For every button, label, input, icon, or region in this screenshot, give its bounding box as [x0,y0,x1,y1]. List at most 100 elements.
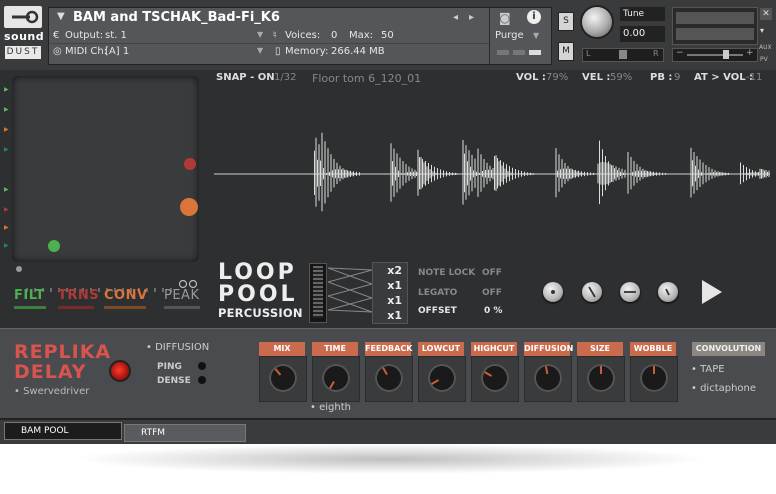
pan-handle[interactable] [619,50,627,59]
mode-backslash-button[interactable] [582,282,602,302]
midi-channel-value[interactable]: [A] 1 [105,46,129,57]
tune-knob[interactable] [582,7,612,37]
volume-plus-icon[interactable]: + [746,48,754,58]
instrument-info-panel: ▼ BAM and TSCHAK_Bad-Fi_K6 ◂ ▸ ◙ i € Out… [48,7,552,65]
mode-tilt-button[interactable] [658,282,678,302]
output-dropdown-icon[interactable]: ▼ [257,30,263,39]
convolution-label[interactable]: CONVOLUTION [692,342,765,356]
tab-peak[interactable]: PEAK [164,288,199,303]
multiplier-4[interactable]: x1 [372,309,402,322]
fx-knob-diffusion[interactable] [531,361,565,395]
ping-radio[interactable] [198,362,206,370]
purge-button[interactable]: Purge [495,30,524,41]
mode-dash-button[interactable] [620,282,640,302]
volume-track [687,54,743,56]
time-sync-value[interactable]: • eighth [310,402,351,413]
offset-value[interactable]: 0 % [484,306,502,316]
conv-dictaphone-option[interactable]: • dictaphone [691,383,756,394]
pattern-routing-lines [328,267,373,313]
fx-preset-name[interactable]: • Swervedriver [14,386,89,397]
multiplier-2[interactable]: x1 [372,279,402,292]
xy-dot-conv[interactable] [180,198,198,216]
multiplier-3[interactable]: x1 [372,294,402,307]
fx-title-line2: DELAY [14,361,87,383]
xy-pad[interactable] [12,76,199,262]
vol-value[interactable]: 79% [546,72,568,83]
fx-knob-wobble[interactable] [640,364,668,392]
voices-label: Voices: [285,30,321,41]
pan-right-label: R [653,49,659,58]
tab-conv[interactable]: CONV [104,288,148,303]
output-icon: € [53,30,60,41]
fx-knob-size[interactable] [587,364,615,392]
fx-mode-diffusion[interactable]: • DIFFUSION [146,342,209,353]
purge-indicator [497,50,509,55]
fx-knob-feedback[interactable] [369,358,409,398]
volume-handle[interactable] [723,50,729,59]
info-icon[interactable]: i [527,10,541,24]
conv-tape-option[interactable]: • TAPE [691,364,725,375]
fx-knob-cell [524,356,572,402]
midi-dropdown-icon[interactable]: ▼ [257,46,263,55]
waveform-trace [314,132,770,212]
tune-value[interactable]: 0.00 [620,26,665,42]
legato-value[interactable]: OFF [482,288,502,298]
slider-grip[interactable] [313,266,323,318]
note-lock-value[interactable]: OFF [482,268,502,278]
multiplier-1[interactable]: x2 [372,264,402,277]
collapse-arrow-icon[interactable]: ▼ [57,11,65,22]
pb-label: PB : [650,72,673,83]
divider [489,8,490,64]
tab-rtfm[interactable]: RTFM [124,424,246,442]
minimize-icon[interactable]: ▾ [760,26,764,35]
max-voices-value[interactable]: 50 [381,30,394,41]
snap-division[interactable]: 1/32 [274,72,296,83]
mute-button[interactable]: M [558,42,574,61]
xy-dot-trns[interactable] [184,158,196,170]
link-icon[interactable] [178,274,198,289]
fx-knob-time[interactable] [316,358,356,398]
pan-slider[interactable]: L R [582,48,664,62]
waveform-display[interactable] [214,104,770,244]
fx-knob-label-wobble: WOBBLE [630,342,676,356]
fx-knob-cell [365,356,413,402]
instrument-name[interactable]: BAM and TSCHAK_Bad-Fi_K6 [73,10,280,25]
sounddust-logo[interactable]: sound DUST [4,6,44,62]
dense-radio[interactable] [198,376,206,384]
fx-knob-highcut[interactable] [475,358,515,398]
fx-power-led[interactable] [109,360,131,382]
snap-toggle[interactable]: SNAP - ON [216,72,275,83]
divider [49,43,489,44]
at-vol-value[interactable]: -11 [746,72,762,83]
tab-trns[interactable]: TRNS [58,288,99,303]
midi-channel-label: MIDI Ch: [65,46,108,57]
solo-button[interactable]: S [558,12,574,31]
purge-dropdown-icon[interactable]: ▼ [533,31,539,40]
tab-bam-pool[interactable]: BAM POOL [4,422,122,440]
conv-dictaphone-text: dictaphone [700,383,757,394]
fx-knob-lowcut[interactable] [422,358,462,398]
sample-name[interactable]: Floor tom 6_120_01 [312,72,421,85]
volume-minus-icon[interactable]: − [676,48,684,58]
close-icon[interactable]: ✕ [760,8,772,20]
next-instrument-icon[interactable]: ▸ [469,12,474,23]
xy-dot-filt[interactable] [48,240,60,252]
aux-button[interactable]: AUX [759,44,772,51]
camera-icon[interactable]: ◙ [499,11,511,25]
wrench-icon[interactable] [4,6,42,28]
prev-instrument-icon[interactable]: ◂ [453,12,458,23]
vel-value[interactable]: 59% [610,72,632,83]
fx-knob-label-size: SIZE [577,342,623,356]
purge-indicator [529,50,541,55]
logo-percussion: PERCUSSION [218,306,303,320]
pattern-slider[interactable] [309,263,327,323]
output-value[interactable]: st. 1 [105,30,127,41]
pv-button[interactable]: PV [760,56,768,63]
logo-sound-text: sound [4,30,45,43]
fx-knob-mix[interactable] [263,358,303,398]
volume-slider[interactable]: − + [672,48,758,62]
pb-value[interactable]: 9 [674,72,680,83]
play-icon[interactable] [702,280,722,304]
tab-filt[interactable]: FILT [14,288,45,303]
mode-dot-button[interactable] [543,282,563,302]
